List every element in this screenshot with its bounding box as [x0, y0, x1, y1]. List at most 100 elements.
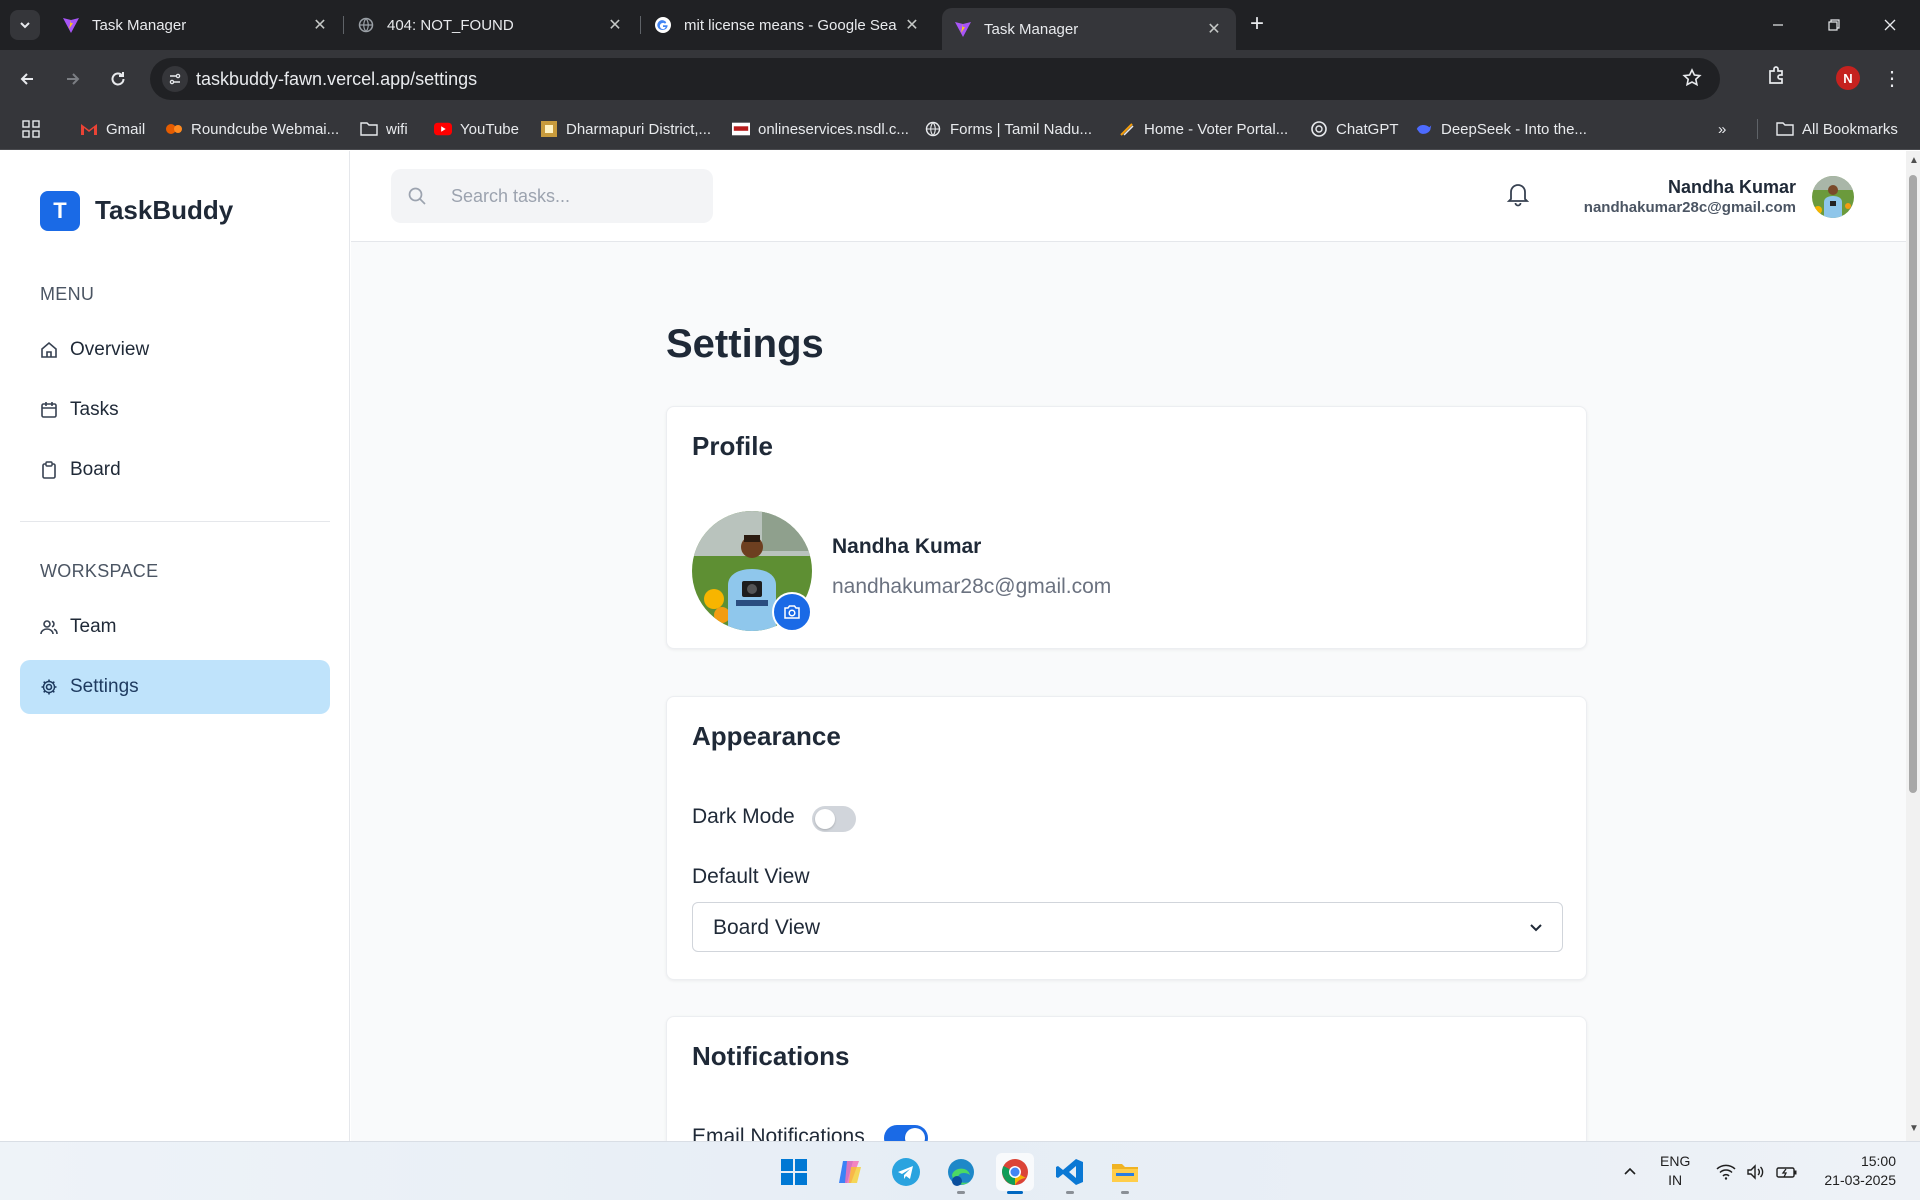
browser-tab[interactable]: 404: NOT_FOUND ✕	[345, 8, 637, 42]
bell-icon[interactable]	[1506, 181, 1530, 212]
bookmark-nsdl[interactable]: onlineservices.nsdl.c...	[732, 118, 909, 140]
bookmark-dharmapuri[interactable]: Dharmapuri District,...	[540, 118, 711, 140]
all-bookmarks-button[interactable]: All Bookmarks	[1776, 118, 1898, 140]
brand-name[interactable]: TaskBuddy	[95, 195, 233, 226]
close-icon[interactable]: ✕	[902, 15, 922, 35]
close-icon[interactable]: ✕	[1204, 19, 1224, 39]
site-info-icon[interactable]	[162, 66, 188, 92]
bookmark-label: Dharmapuri District,...	[566, 120, 712, 138]
running-indicator	[1007, 1191, 1023, 1194]
bookmark-forms-tamil-nadu[interactable]: Forms | Tamil Nadu...	[924, 118, 1092, 140]
sidebar-item-label: Tasks	[70, 399, 119, 420]
bookmark-gmail[interactable]: Gmail	[80, 118, 145, 140]
browser-tab-bar: Task Manager ✕ 404: NOT_FOUND ✕ mit lice…	[0, 0, 1920, 50]
change-photo-button[interactable]	[772, 592, 812, 632]
tab-search-button[interactable]	[10, 10, 40, 40]
file-explorer-icon[interactable]	[1106, 1153, 1144, 1194]
extensions-icon[interactable]	[1766, 64, 1788, 91]
close-icon[interactable]: ✕	[605, 15, 625, 35]
sidebar-item-settings[interactable]: Settings	[20, 660, 330, 714]
close-icon[interactable]: ✕	[310, 15, 330, 35]
profile-heading: Profile	[692, 431, 773, 461]
language-indicator[interactable]: ENG IN	[1660, 1152, 1690, 1190]
restore-button[interactable]	[1806, 0, 1862, 50]
dark-mode-toggle[interactable]	[812, 806, 856, 832]
sidebar-item-board[interactable]: Board	[20, 443, 330, 497]
sidebar-item-overview[interactable]: Overview	[20, 323, 330, 377]
sidebar-item-team-wrapper	[20, 750, 330, 804]
tab-separator	[343, 16, 344, 34]
avatar[interactable]	[1812, 176, 1854, 218]
vite-favicon-icon	[954, 20, 972, 38]
minimize-button[interactable]	[1750, 0, 1806, 50]
more-menu-icon[interactable]: ⋮	[1882, 66, 1902, 91]
browser-tab-active[interactable]: Task Manager ✕	[942, 8, 1236, 50]
reload-button[interactable]	[103, 64, 133, 94]
system-clock[interactable]: 15:00 21-03-2025	[1824, 1152, 1896, 1190]
back-button[interactable]	[12, 64, 42, 94]
bookmarks-overflow-icon[interactable]: »	[1718, 118, 1726, 140]
edge-icon[interactable]	[942, 1153, 980, 1194]
page-scrollbar[interactable]: ▲ ▼	[1906, 151, 1920, 1141]
running-indicator	[1121, 1191, 1129, 1194]
close-window-button[interactable]	[1862, 0, 1918, 50]
bookmark-label: DeepSeek - Into the...	[1441, 120, 1587, 138]
profile-name: Nandha Kumar	[832, 535, 982, 558]
show-hidden-icons-chevron-icon[interactable]	[1622, 1142, 1638, 1200]
browser-toolbar: taskbuddy-fawn.vercel.app/settings	[0, 50, 1920, 108]
telegram-icon[interactable]	[887, 1153, 925, 1191]
globe-icon	[357, 16, 375, 34]
header-user-email: nandhakumar28c@gmail.com	[1583, 199, 1796, 216]
vscode-icon[interactable]	[1051, 1153, 1089, 1194]
reload-icon	[111, 72, 125, 86]
battery-icon[interactable]	[1776, 1142, 1798, 1200]
bookmarks-divider	[1757, 119, 1758, 139]
scroll-thumb[interactable]	[1909, 175, 1917, 793]
minimize-icon	[1773, 24, 1783, 26]
brand-logo[interactable]: T	[40, 191, 80, 231]
new-tab-button[interactable]: +	[1244, 12, 1270, 38]
sidebar-item-label: Settings	[70, 676, 139, 697]
close-icon	[1884, 19, 1896, 31]
chatgpt-icon	[1310, 120, 1328, 138]
scroll-down-arrow-icon[interactable]: ▼	[1909, 1123, 1919, 1134]
apps-grid-icon[interactable]	[22, 118, 40, 140]
volume-icon[interactable]	[1746, 1142, 1766, 1200]
email-notifications-label: Email Notifications	[692, 1125, 865, 1141]
region-code: IN	[1668, 1172, 1683, 1188]
deepseek-icon	[1415, 120, 1433, 138]
bookmark-voter-portal[interactable]: Home - Voter Portal...	[1118, 118, 1288, 140]
bookmark-label: wifi	[386, 120, 408, 138]
search-input[interactable]	[451, 183, 691, 209]
search-box[interactable]	[391, 169, 713, 223]
tab-title: Task Manager	[984, 20, 1079, 38]
scroll-up-arrow-icon[interactable]: ▲	[1909, 155, 1919, 166]
forward-button[interactable]	[58, 64, 88, 94]
running-indicator	[957, 1191, 965, 1194]
chevron-down-icon	[20, 22, 30, 29]
sidebar-item-tasks[interactable]: Tasks	[20, 383, 330, 437]
windows-start-icon[interactable]	[775, 1153, 813, 1191]
bookmark-roundcube[interactable]: Roundcube Webmai...	[165, 118, 339, 140]
sidebar-item-team[interactable]: Team	[20, 600, 330, 654]
copilot-icon[interactable]	[831, 1153, 869, 1191]
folder-icon	[1776, 120, 1794, 138]
bookmark-star-icon[interactable]	[1682, 68, 1702, 93]
address-bar[interactable]: taskbuddy-fawn.vercel.app/settings	[150, 58, 1720, 100]
profile-avatar[interactable]: N	[1836, 66, 1860, 90]
default-view-select[interactable]: Board View	[692, 902, 1563, 952]
browser-tab[interactable]: mit license means - Google Sea ✕	[642, 8, 934, 42]
chrome-icon[interactable]	[996, 1153, 1034, 1194]
bookmark-deepseek[interactable]: DeepSeek - Into the...	[1415, 118, 1587, 140]
email-notifications-toggle[interactable]	[884, 1125, 928, 1141]
chevron-down-icon	[1528, 919, 1544, 940]
profile-email: nandhakumar28c@gmail.com	[832, 575, 1112, 598]
wifi-icon[interactable]	[1716, 1142, 1736, 1200]
clipboard-icon	[40, 461, 58, 479]
bookmark-chatgpt[interactable]: ChatGPT	[1310, 118, 1399, 140]
sidebar-item-label: Board	[70, 459, 121, 480]
bookmark-folder-wifi[interactable]: wifi	[360, 118, 408, 140]
running-indicator	[1066, 1191, 1074, 1194]
bookmark-youtube[interactable]: YouTube	[434, 118, 519, 140]
browser-tab[interactable]: Task Manager ✕	[50, 8, 342, 42]
